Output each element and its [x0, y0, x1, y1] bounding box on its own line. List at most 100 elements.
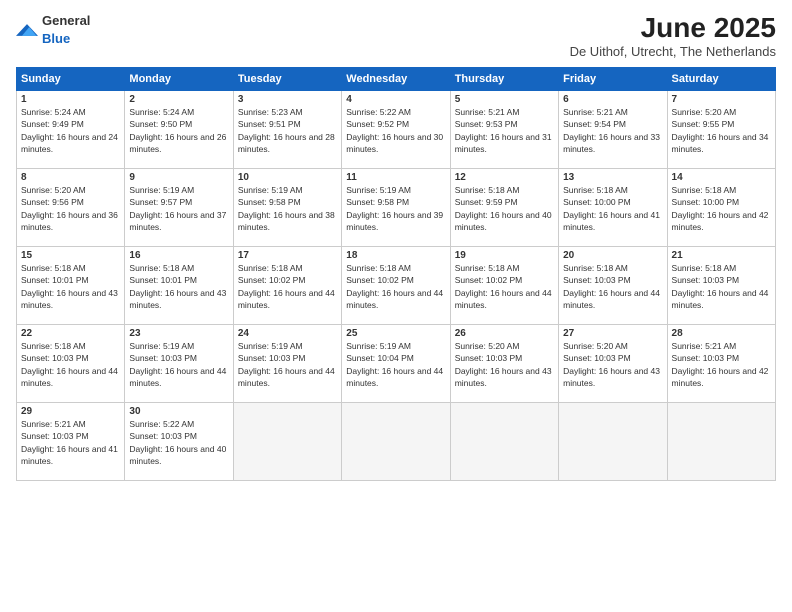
- month-title: June 2025: [570, 12, 776, 44]
- day-info: Sunrise: 5:20 AM Sunset: 9:56 PM Dayligh…: [21, 184, 120, 233]
- day-info: Sunrise: 5:19 AM Sunset: 10:03 PM Daylig…: [238, 340, 337, 389]
- day-cell: 14 Sunrise: 5:18 AM Sunset: 10:00 PM Day…: [667, 169, 775, 247]
- day-number: 13: [563, 172, 662, 183]
- location-title: De Uithof, Utrecht, The Netherlands: [570, 44, 776, 59]
- day-info: Sunrise: 5:21 AM Sunset: 10:03 PM Daylig…: [21, 418, 120, 467]
- day-number: 12: [455, 172, 554, 183]
- day-info: Sunrise: 5:19 AM Sunset: 10:03 PM Daylig…: [129, 340, 228, 389]
- header: General Blue June 2025 De Uithof, Utrech…: [16, 12, 776, 59]
- day-cell: 27 Sunrise: 5:20 AM Sunset: 10:03 PM Day…: [559, 325, 667, 403]
- col-thursday: Thursday: [450, 68, 558, 91]
- day-cell: 11 Sunrise: 5:19 AM Sunset: 9:58 PM Dayl…: [342, 169, 450, 247]
- day-cell: 23 Sunrise: 5:19 AM Sunset: 10:03 PM Day…: [125, 325, 233, 403]
- col-friday: Friday: [559, 68, 667, 91]
- day-info: Sunrise: 5:19 AM Sunset: 9:57 PM Dayligh…: [129, 184, 228, 233]
- day-cell: 8 Sunrise: 5:20 AM Sunset: 9:56 PM Dayli…: [17, 169, 125, 247]
- day-cell: 16 Sunrise: 5:18 AM Sunset: 10:01 PM Day…: [125, 247, 233, 325]
- logo-general: General: [42, 13, 90, 28]
- day-cell: 12 Sunrise: 5:18 AM Sunset: 9:59 PM Dayl…: [450, 169, 558, 247]
- day-number: 15: [21, 250, 120, 261]
- day-cell: 6 Sunrise: 5:21 AM Sunset: 9:54 PM Dayli…: [559, 91, 667, 169]
- day-cell: 10 Sunrise: 5:19 AM Sunset: 9:58 PM Dayl…: [233, 169, 341, 247]
- day-cell: 30 Sunrise: 5:22 AM Sunset: 10:03 PM Day…: [125, 403, 233, 481]
- day-info: Sunrise: 5:18 AM Sunset: 10:02 PM Daylig…: [238, 262, 337, 311]
- day-number: 4: [346, 94, 445, 105]
- col-saturday: Saturday: [667, 68, 775, 91]
- logo-blue: Blue: [42, 31, 70, 46]
- day-cell: 17 Sunrise: 5:18 AM Sunset: 10:02 PM Day…: [233, 247, 341, 325]
- day-cell: 9 Sunrise: 5:19 AM Sunset: 9:57 PM Dayli…: [125, 169, 233, 247]
- day-info: Sunrise: 5:20 AM Sunset: 9:55 PM Dayligh…: [672, 106, 771, 155]
- day-cell: 28 Sunrise: 5:21 AM Sunset: 10:03 PM Day…: [667, 325, 775, 403]
- day-info: Sunrise: 5:18 AM Sunset: 10:00 PM Daylig…: [672, 184, 771, 233]
- day-cell: 4 Sunrise: 5:22 AM Sunset: 9:52 PM Dayli…: [342, 91, 450, 169]
- empty-cell: [667, 403, 775, 481]
- day-info: Sunrise: 5:18 AM Sunset: 9:59 PM Dayligh…: [455, 184, 554, 233]
- day-number: 24: [238, 328, 337, 339]
- calendar-row: 8 Sunrise: 5:20 AM Sunset: 9:56 PM Dayli…: [17, 169, 776, 247]
- day-cell: 18 Sunrise: 5:18 AM Sunset: 10:02 PM Day…: [342, 247, 450, 325]
- day-cell: 1 Sunrise: 5:24 AM Sunset: 9:49 PM Dayli…: [17, 91, 125, 169]
- header-row: Sunday Monday Tuesday Wednesday Thursday…: [17, 68, 776, 91]
- day-number: 18: [346, 250, 445, 261]
- day-cell: 22 Sunrise: 5:18 AM Sunset: 10:03 PM Day…: [17, 325, 125, 403]
- day-info: Sunrise: 5:19 AM Sunset: 10:04 PM Daylig…: [346, 340, 445, 389]
- day-number: 22: [21, 328, 120, 339]
- day-info: Sunrise: 5:18 AM Sunset: 10:01 PM Daylig…: [129, 262, 228, 311]
- day-info: Sunrise: 5:20 AM Sunset: 10:03 PM Daylig…: [563, 340, 662, 389]
- day-number: 3: [238, 94, 337, 105]
- calendar-row: 29 Sunrise: 5:21 AM Sunset: 10:03 PM Day…: [17, 403, 776, 481]
- day-info: Sunrise: 5:21 AM Sunset: 9:53 PM Dayligh…: [455, 106, 554, 155]
- day-number: 21: [672, 250, 771, 261]
- calendar-row: 1 Sunrise: 5:24 AM Sunset: 9:49 PM Dayli…: [17, 91, 776, 169]
- day-number: 27: [563, 328, 662, 339]
- day-cell: 21 Sunrise: 5:18 AM Sunset: 10:03 PM Day…: [667, 247, 775, 325]
- empty-cell: [233, 403, 341, 481]
- day-number: 25: [346, 328, 445, 339]
- day-number: 29: [21, 406, 120, 417]
- day-cell: 13 Sunrise: 5:18 AM Sunset: 10:00 PM Day…: [559, 169, 667, 247]
- day-number: 26: [455, 328, 554, 339]
- day-number: 5: [455, 94, 554, 105]
- day-number: 19: [455, 250, 554, 261]
- day-info: Sunrise: 5:21 AM Sunset: 10:03 PM Daylig…: [672, 340, 771, 389]
- day-number: 16: [129, 250, 228, 261]
- empty-cell: [450, 403, 558, 481]
- day-number: 8: [21, 172, 120, 183]
- day-info: Sunrise: 5:18 AM Sunset: 10:02 PM Daylig…: [455, 262, 554, 311]
- day-info: Sunrise: 5:18 AM Sunset: 10:01 PM Daylig…: [21, 262, 120, 311]
- day-cell: 3 Sunrise: 5:23 AM Sunset: 9:51 PM Dayli…: [233, 91, 341, 169]
- calendar-table: Sunday Monday Tuesday Wednesday Thursday…: [16, 67, 776, 481]
- col-wednesday: Wednesday: [342, 68, 450, 91]
- day-info: Sunrise: 5:18 AM Sunset: 10:03 PM Daylig…: [21, 340, 120, 389]
- day-cell: 2 Sunrise: 5:24 AM Sunset: 9:50 PM Dayli…: [125, 91, 233, 169]
- day-cell: 7 Sunrise: 5:20 AM Sunset: 9:55 PM Dayli…: [667, 91, 775, 169]
- day-number: 23: [129, 328, 228, 339]
- day-number: 7: [672, 94, 771, 105]
- logo-icon: [16, 21, 38, 39]
- title-block: June 2025 De Uithof, Utrecht, The Nether…: [570, 12, 776, 59]
- day-number: 11: [346, 172, 445, 183]
- day-cell: 25 Sunrise: 5:19 AM Sunset: 10:04 PM Day…: [342, 325, 450, 403]
- day-number: 20: [563, 250, 662, 261]
- day-info: Sunrise: 5:21 AM Sunset: 9:54 PM Dayligh…: [563, 106, 662, 155]
- day-cell: 20 Sunrise: 5:18 AM Sunset: 10:03 PM Day…: [559, 247, 667, 325]
- day-number: 2: [129, 94, 228, 105]
- col-sunday: Sunday: [17, 68, 125, 91]
- day-number: 10: [238, 172, 337, 183]
- col-tuesday: Tuesday: [233, 68, 341, 91]
- day-number: 28: [672, 328, 771, 339]
- day-cell: 24 Sunrise: 5:19 AM Sunset: 10:03 PM Day…: [233, 325, 341, 403]
- empty-cell: [342, 403, 450, 481]
- day-info: Sunrise: 5:18 AM Sunset: 10:03 PM Daylig…: [563, 262, 662, 311]
- day-info: Sunrise: 5:18 AM Sunset: 10:02 PM Daylig…: [346, 262, 445, 311]
- day-info: Sunrise: 5:19 AM Sunset: 9:58 PM Dayligh…: [346, 184, 445, 233]
- day-info: Sunrise: 5:22 AM Sunset: 10:03 PM Daylig…: [129, 418, 228, 467]
- day-cell: 19 Sunrise: 5:18 AM Sunset: 10:02 PM Day…: [450, 247, 558, 325]
- col-monday: Monday: [125, 68, 233, 91]
- day-info: Sunrise: 5:19 AM Sunset: 9:58 PM Dayligh…: [238, 184, 337, 233]
- empty-cell: [559, 403, 667, 481]
- day-info: Sunrise: 5:20 AM Sunset: 10:03 PM Daylig…: [455, 340, 554, 389]
- day-number: 9: [129, 172, 228, 183]
- calendar-row: 22 Sunrise: 5:18 AM Sunset: 10:03 PM Day…: [17, 325, 776, 403]
